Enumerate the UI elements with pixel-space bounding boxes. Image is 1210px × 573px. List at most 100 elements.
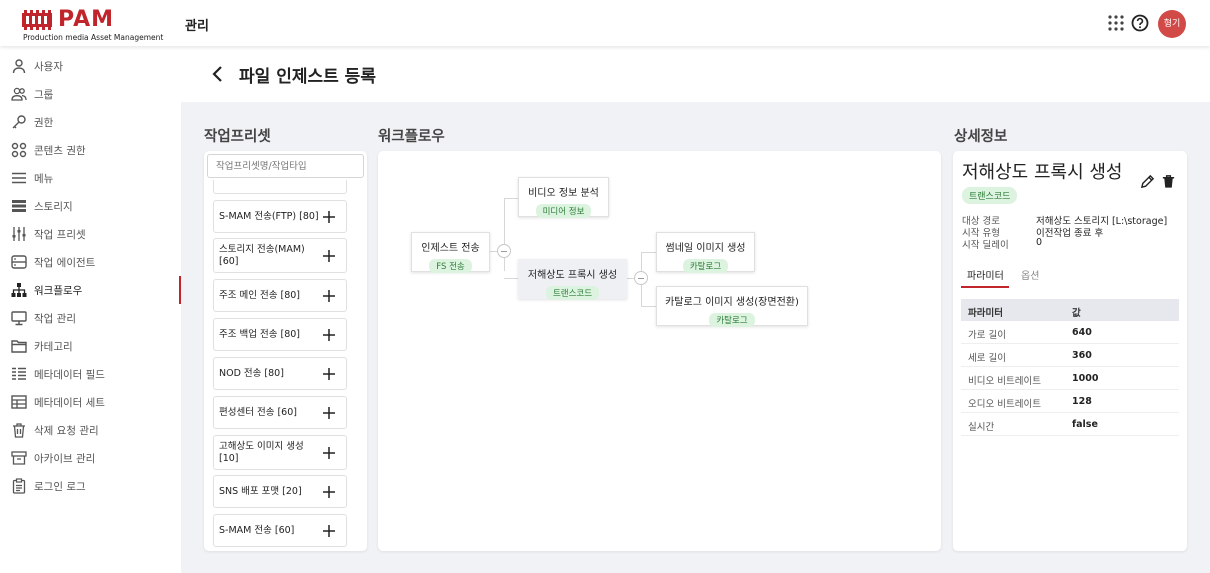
preset-search-input[interactable] [207,154,364,178]
preset-item[interactable]: S-MAM 전송 [60] [213,514,347,547]
preset-label: S-MAM 전송 [60] [219,525,295,536]
sidebar-item-label: 작업 에이전트 [34,257,96,269]
param-value: false [1072,419,1098,430]
detail-section-title: 상세정보 [954,129,1008,145]
page-title: 파일 인제스트 등록 [239,67,376,87]
add-icon[interactable] [322,524,336,538]
node-tag: 카탈로그 [709,313,755,327]
table-header: 파라미터 값 [961,299,1179,321]
sidebar-item-job-agents[interactable]: 작업 에이전트 [0,248,181,276]
sidebar-item-login-log[interactable]: 로그인 로그 [0,472,181,500]
add-icon[interactable] [322,367,336,381]
back-arrow-icon[interactable] [208,64,228,84]
preset-item[interactable]: 스토리지 전송(MAM) [60] [213,238,347,273]
sidebar-item-metadata-fields[interactable]: 메타데이터 필드 [0,360,181,388]
preset-label: S-MAM 전송(FTP) [80] [219,211,319,222]
preset-list[interactable]: S-MAM 전송(FTP) [80] 스토리지 전송(MAM) [60] 주조 … [213,180,347,550]
collapse-toggle[interactable] [634,271,648,285]
sidebar-item-category[interactable]: 카테고리 [0,332,181,360]
add-icon[interactable] [322,485,336,499]
sidebar-item-label: 그룹 [34,89,54,101]
sidebar-item-label: 사용자 [34,61,63,73]
edge [504,198,505,244]
preset-item[interactable]: 주조 메인 전송 [80] [213,279,347,312]
sidebar-item-storage[interactable]: 스토리지 [0,192,181,220]
sidebar-item-archive[interactable]: 아카이브 관리 [0,444,181,472]
sidebar: 사용자 그룹 권한 콘텐츠 권한 메뉴 스토리지 작업 프리셋 작업 에이전트 … [0,46,181,573]
add-icon[interactable] [322,249,336,263]
edit-icon[interactable] [1140,174,1155,189]
sidebar-item-groups[interactable]: 그룹 [0,80,181,108]
sidebar-item-label: 작업 프리셋 [34,229,86,241]
edge [641,285,642,307]
preset-item[interactable]: SNS 배포 포맷 [20] [213,475,347,508]
node-ingest-transfer[interactable]: 인제스트 전송 FS 전송 [411,232,490,273]
storage-icon [12,200,26,212]
monitor-icon [11,311,27,326]
user-avatar[interactable]: 형기 [1158,10,1186,38]
sidebar-item-label: 로그인 로그 [34,481,86,493]
sidebar-item-label: 작업 관리 [34,313,76,325]
node-catalog[interactable]: 카탈로그 이미지 생성(장면전환) 카탈로그 [656,286,808,327]
sidebar-item-permissions[interactable]: 권한 [0,108,181,136]
info-value: 0 [1036,237,1043,248]
preset-item[interactable]: 주조 백업 전송 [80] [213,318,347,351]
sidebar-item-workflow[interactable]: 워크플로우 [0,276,181,304]
node-thumbnail[interactable]: 썸네일 이미지 생성 카탈로그 [656,232,755,273]
preset-item[interactable]: S-MAM 전송(FTP) [80] [213,200,347,233]
node-proxy-selected[interactable]: 저해상도 프록시 생성 트랜스코드 [518,259,627,300]
tab-parameters[interactable]: 파라미터 [967,267,1004,282]
user-icon [12,59,26,74]
node-title: 썸네일 이미지 생성 [665,243,746,254]
add-icon[interactable] [322,289,336,303]
edge [504,198,518,199]
tab-options[interactable]: 옵션 [1021,267,1039,282]
sidebar-item-users[interactable]: 사용자 [0,52,181,80]
preset-label: NOD 전송 [80] [219,368,284,379]
sidebar-item-job-presets[interactable]: 작업 프리셋 [0,220,181,248]
collapse-toggle[interactable] [497,244,511,258]
group-icon [11,87,27,101]
agent-icon [11,255,27,269]
preset-item[interactable]: 편성센터 전송 [60] [213,396,347,429]
detail-title: 저해상도 프록시 생성 [962,162,1123,183]
node-title: 저해상도 프록시 생성 [527,270,618,281]
sidebar-item-job-management[interactable]: 작업 관리 [0,304,181,332]
param-name: 세로 길이 [968,353,1006,364]
delete-icon[interactable] [1161,174,1176,189]
apps-grid-icon[interactable] [1106,13,1126,33]
edge [641,306,656,307]
trash-icon [13,423,25,438]
sidebar-item-label: 메타데이터 세트 [34,397,105,409]
add-icon[interactable] [322,210,336,224]
add-icon[interactable] [322,446,336,460]
node-video-info[interactable]: 비디오 정보 분석 미디어 정보 [518,177,609,218]
preset-label: 주조 메인 전송 [80] [219,290,301,301]
preset-item[interactable]: NOD 전송 [80] [213,357,347,390]
sidebar-item-metadata-sets[interactable]: 메타데이터 세트 [0,388,181,416]
folder-icon [11,340,27,353]
param-name: 실시간 [968,422,995,433]
menu-icon [12,172,26,184]
sidebar-item-label: 콘텐츠 권한 [34,145,86,157]
table-row: 비디오 비트레이트 1000 [961,367,1179,390]
pam-logo[interactable]: PAM Production media Asset Management [22,7,163,44]
preset-item[interactable]: 고해상도 이미지 생성 [10] [213,435,347,470]
edge [504,278,518,279]
add-icon[interactable] [322,328,336,342]
sidebar-item-label: 메타데이터 필드 [34,369,105,381]
preset-item-partial[interactable] [213,180,347,194]
add-icon[interactable] [322,406,336,420]
fields-icon [12,367,26,380]
help-icon[interactable] [1130,13,1150,33]
sidebar-item-menu[interactable]: 메뉴 [0,164,181,192]
sidebar-item-delete-requests[interactable]: 삭제 요청 관리 [0,416,181,444]
preset-label: 주조 백업 전송 [80] [219,329,301,340]
sliders-icon [12,227,26,241]
workflow-canvas[interactable] [378,151,941,551]
node-tag: FS 전송 [429,259,472,273]
table-row: 가로 길이 640 [961,321,1179,344]
edge [504,258,505,271]
sidebar-item-content-permissions[interactable]: 콘텐츠 권한 [0,136,181,164]
preset-label: 고해상도 이미지 생성 [10] [219,441,304,464]
